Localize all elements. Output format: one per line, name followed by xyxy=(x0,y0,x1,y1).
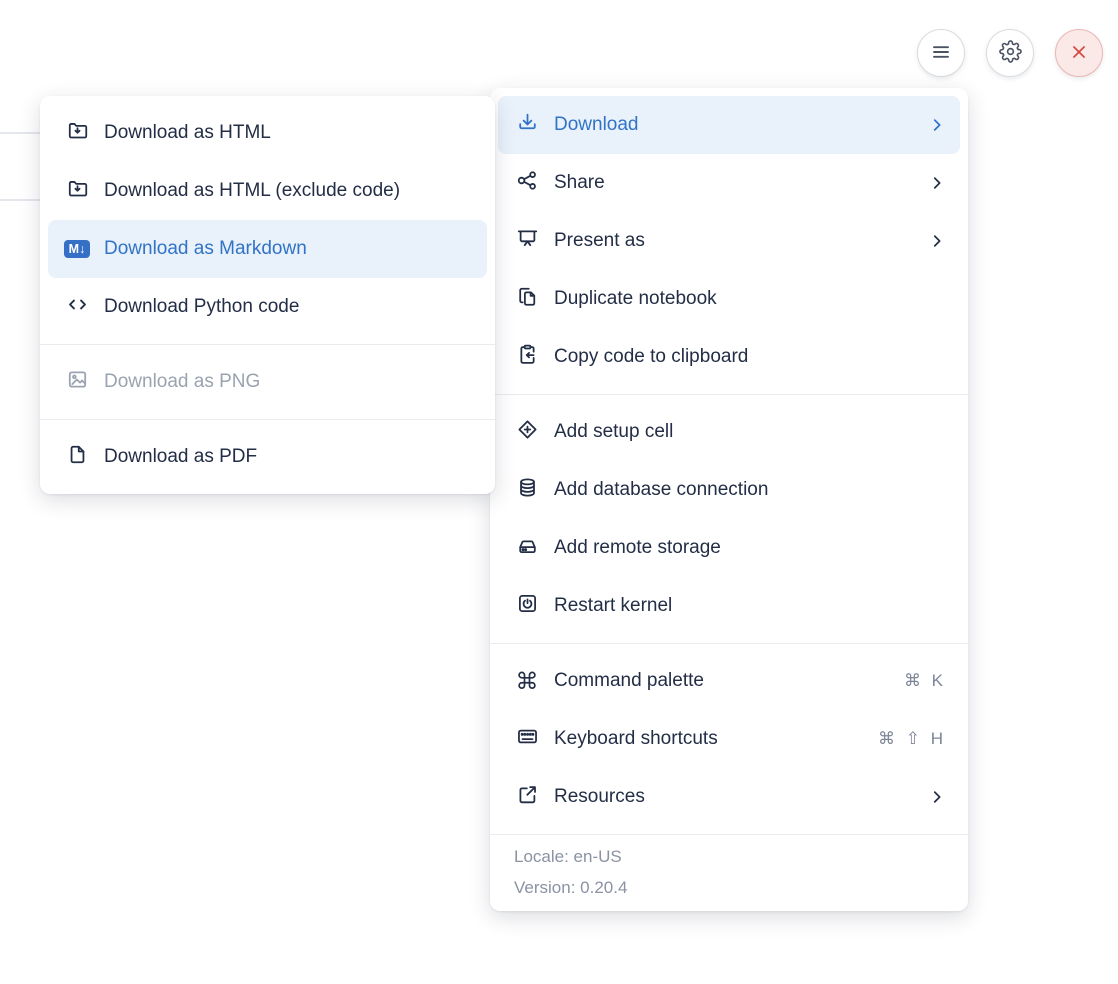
background-rule-top xyxy=(0,132,40,134)
menu-item-download[interactable]: Download xyxy=(498,96,960,154)
menu-item-label: Present as xyxy=(554,230,918,252)
locale-text: Locale: en-US xyxy=(514,841,944,872)
menu-item-label: Keyboard shortcuts xyxy=(554,728,868,750)
keyboard-icon xyxy=(515,724,540,754)
menu-item-download-python-code[interactable]: Download Python code xyxy=(48,278,487,336)
menu-section: ⌘ Command palette ⌘ K Keyboard shortcuts ⌘ ⇧… xyxy=(490,643,968,834)
chevron-right-icon xyxy=(928,116,946,134)
menu-item-label: Download as Markdown xyxy=(104,238,473,260)
folder-download-icon xyxy=(65,118,90,148)
window-controls xyxy=(917,29,1103,77)
icon-slot: ⌘ xyxy=(514,670,540,693)
menu-section: Add setup cell Add database connection Add… xyxy=(490,394,968,643)
image-icon xyxy=(65,367,90,397)
gear-icon xyxy=(999,40,1022,66)
menu-item-copy-code-to-clipboard[interactable]: Copy code to clipboard xyxy=(498,328,960,386)
command-icon: ⌘ xyxy=(516,670,539,693)
menu-item-download-as-html-exclude-code[interactable]: Download as HTML (exclude code) xyxy=(48,162,487,220)
menu-item-download-as-html[interactable]: Download as HTML xyxy=(48,104,487,162)
icon-slot: M↓ xyxy=(64,240,90,258)
icon-slot xyxy=(514,168,540,198)
background-rule-bottom xyxy=(0,199,40,201)
menu-item-download-as-png: Download as PNG xyxy=(48,353,487,411)
menu-item-label: Duplicate notebook xyxy=(554,288,946,310)
menu-item-download-as-pdf[interactable]: Download as PDF xyxy=(48,428,487,486)
chevron-right-icon xyxy=(928,232,946,250)
file-icon xyxy=(65,442,90,472)
menu-item-share[interactable]: Share xyxy=(498,154,960,212)
icon-slot xyxy=(514,591,540,621)
chevron-right-icon xyxy=(928,174,946,192)
menu-item-label: Download as PDF xyxy=(104,446,473,468)
icon-slot xyxy=(514,533,540,563)
menu-item-add-database-connection[interactable]: Add database connection xyxy=(498,461,960,519)
menu-item-present-as[interactable]: Present as xyxy=(498,212,960,270)
menu-item-label: Download as PNG xyxy=(104,371,473,393)
menu-item-restart-kernel[interactable]: Restart kernel xyxy=(498,577,960,635)
menu-section: Download as PDF xyxy=(40,419,495,494)
icon-slot xyxy=(514,226,540,256)
database-icon xyxy=(515,475,540,505)
storage-drive-icon xyxy=(515,533,540,563)
notebook-menu: Download Share Present as Duplicate noteboo… xyxy=(490,88,968,911)
diamond-plus-icon xyxy=(515,417,540,447)
menu-section: Download as HTML Download as HTML (exclud… xyxy=(40,96,495,344)
menu-item-label: Add remote storage xyxy=(554,537,946,559)
icon-slot xyxy=(514,724,540,754)
shortcut-hint: ⌘ ⇧ H xyxy=(878,729,946,749)
download-icon xyxy=(515,110,540,140)
menu-item-label: Share xyxy=(554,172,918,194)
icon-slot xyxy=(514,782,540,812)
menu-item-command-palette[interactable]: ⌘ Command palette ⌘ K xyxy=(498,652,960,710)
menu-item-label: Add database connection xyxy=(554,479,946,501)
icon-slot xyxy=(514,475,540,505)
menu-item-label: Resources xyxy=(554,786,918,808)
presentation-icon xyxy=(515,226,540,256)
menu-item-label: Download xyxy=(554,114,918,136)
menu-item-add-remote-storage[interactable]: Add remote storage xyxy=(498,519,960,577)
icon-slot xyxy=(64,118,90,148)
icon-slot xyxy=(64,176,90,206)
icon-slot xyxy=(64,442,90,472)
icon-slot xyxy=(514,284,540,314)
menu-button[interactable] xyxy=(917,29,965,77)
icon-slot xyxy=(64,367,90,397)
menu-item-label: Download as HTML (exclude code) xyxy=(104,180,473,202)
menu-item-add-setup-cell[interactable]: Add setup cell xyxy=(498,403,960,461)
menu-item-label: Download Python code xyxy=(104,296,473,318)
menu-item-label: Command palette xyxy=(554,670,894,692)
menu-item-label: Download as HTML xyxy=(104,122,473,144)
external-link-icon xyxy=(515,782,540,812)
menu-item-resources[interactable]: Resources xyxy=(498,768,960,826)
clipboard-import-icon xyxy=(515,342,540,372)
close-icon xyxy=(1068,41,1090,66)
icon-slot xyxy=(514,110,540,140)
markdown-icon: M↓ xyxy=(64,240,90,258)
download-submenu: Download as HTML Download as HTML (exclud… xyxy=(40,96,495,494)
menu-section: Download as PNG xyxy=(40,344,495,419)
share-icon xyxy=(515,168,540,198)
folder-download-icon xyxy=(65,176,90,206)
chevron-right-icon xyxy=(928,788,946,806)
close-button[interactable] xyxy=(1055,29,1103,77)
menu-item-download-as-markdown[interactable]: M↓ Download as Markdown xyxy=(48,220,487,278)
settings-button[interactable] xyxy=(986,29,1034,77)
menu-footer: Locale: en-USVersion: 0.20.4 xyxy=(490,834,968,911)
icon-slot xyxy=(64,292,90,322)
shortcut-hint: ⌘ K xyxy=(904,671,946,691)
hamburger-icon xyxy=(929,40,953,67)
menu-item-duplicate-notebook[interactable]: Duplicate notebook xyxy=(498,270,960,328)
icon-slot xyxy=(514,417,540,447)
menu-section: Download Share Present as Duplicate noteboo… xyxy=(490,88,968,394)
menu-item-label: Restart kernel xyxy=(554,595,946,617)
menu-item-keyboard-shortcuts[interactable]: Keyboard shortcuts ⌘ ⇧ H xyxy=(498,710,960,768)
code-icon xyxy=(65,292,90,322)
power-icon xyxy=(515,591,540,621)
icon-slot xyxy=(514,342,540,372)
duplicate-icon xyxy=(515,284,540,314)
version-text: Version: 0.20.4 xyxy=(514,872,944,903)
menu-item-label: Copy code to clipboard xyxy=(554,346,946,368)
menu-item-label: Add setup cell xyxy=(554,421,946,443)
